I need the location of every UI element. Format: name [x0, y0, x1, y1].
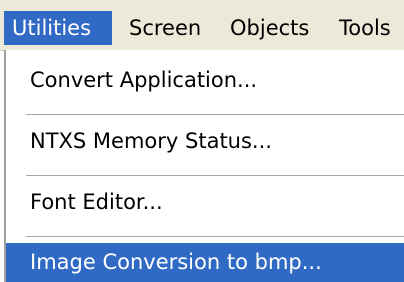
menu-item-ntxs-memory-status[interactable]: NTXS Memory Status...	[6, 122, 404, 161]
menu-bar: Utilities Screen Objects Tools	[0, 0, 404, 51]
menu-separator	[26, 114, 404, 115]
menu-separator	[26, 175, 404, 176]
menu-item-font-editor[interactable]: Font Editor...	[6, 183, 404, 222]
menu-item-convert-application[interactable]: Convert Application...	[6, 61, 404, 100]
menu-objects[interactable]: Objects	[222, 11, 331, 45]
menu-separator	[26, 236, 404, 237]
utilities-dropdown-menu: Convert Application... NTXS Memory Statu…	[4, 50, 404, 282]
menu-utilities[interactable]: Utilities	[4, 11, 112, 45]
menu-tools[interactable]: Tools	[331, 11, 404, 45]
menu-screen[interactable]: Screen	[121, 11, 222, 45]
menu-item-image-conversion-to-bmp[interactable]: Image Conversion to bmp...	[6, 243, 404, 282]
